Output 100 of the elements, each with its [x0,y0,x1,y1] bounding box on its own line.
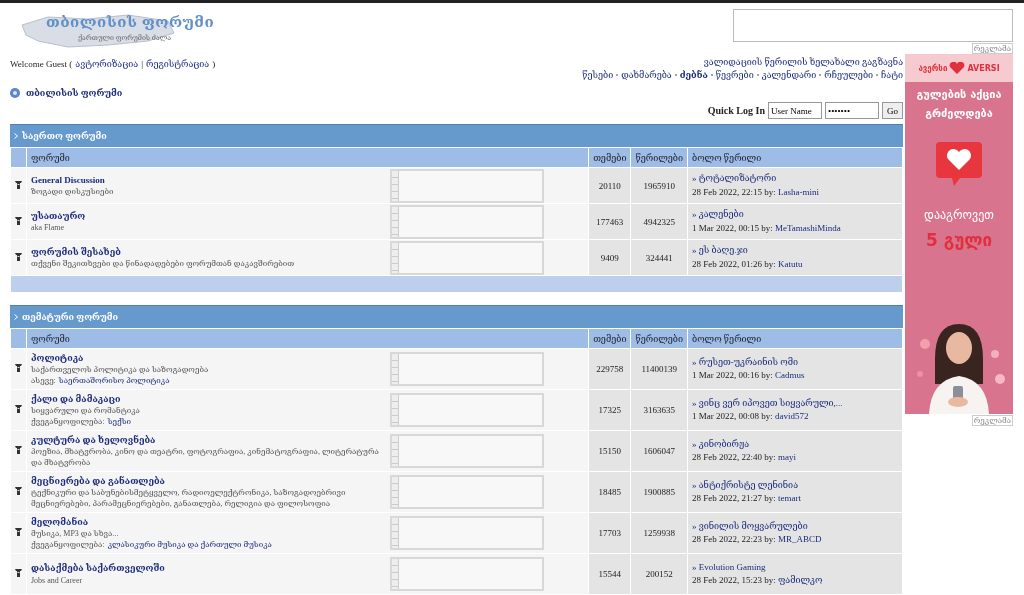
last-post-date: 28 Feb 2022, 21:27 by: [692,493,776,503]
last-post-link[interactable]: » ვინილის მოყვარულები [692,520,808,531]
topics-count: 17325 [588,389,631,431]
cup-icon [15,445,22,455]
last-post-link[interactable]: » კინობირჟა [692,438,750,449]
nav-link[interactable]: წესები [582,70,614,80]
forum-link[interactable]: General Discussion [31,174,105,185]
welcome-text: ) [212,59,216,69]
author-link[interactable]: Katutu [778,258,803,269]
cup-icon [15,568,22,578]
subforum-label: ქვეგანყოფილება: [31,539,105,551]
author-link[interactable]: MeTamashiMinda [775,222,841,233]
author-link[interactable]: david572 [775,411,809,421]
last-post-link[interactable]: » რუსეთ-უკრაინის ომი [692,356,798,367]
last-post-date: 28 Feb 2022, 15:23 by: [692,575,776,585]
forum-link[interactable]: მეცნიერება და განათლება [31,475,165,486]
topics-count: 18485 [588,471,631,513]
subforum-link[interactable]: სექსი [107,416,131,428]
author-link[interactable]: temart [778,493,801,503]
nav-link[interactable]: კალენდარი [761,70,817,80]
forum-link[interactable]: მელომანია [31,516,88,527]
cup-icon [15,251,22,262]
separator: | [141,59,143,69]
last-post-link[interactable]: » Evolution Gaming [692,561,766,572]
brand-name: ავერსი [918,63,948,73]
last-post-date: 28 Feb 2022, 22:23 by: [692,534,776,544]
column-header: წერილები [630,147,688,168]
column-header: ბოლო წერილი [687,147,903,168]
forum-link[interactable]: დასაქმება საქართველოში [31,563,165,574]
posts-count: 1606047 [630,430,688,472]
author-link[interactable]: MR_ABCD [778,534,822,544]
nav-link[interactable]: ძებნა [679,70,708,80]
posts-count: 4942325 [630,203,688,240]
forum-description: სიყვარული და რომანტიკა [31,405,141,417]
posts-count: 324441 [630,239,688,276]
last-post-link[interactable]: » ეს ბაღე.ჯი [692,245,748,255]
subforum-label: ასევე: [31,375,56,387]
resend-validation-link[interactable]: ვალიდაციის წერილის ხელახალი გაგზავნა [703,57,903,67]
nav-link[interactable]: დახმარება [621,70,672,80]
forum-link[interactable]: ქალი და მამაკაცი [31,393,121,404]
forum-link[interactable]: პოლიტიკა [31,352,84,363]
forum-description: საქართველოს პოლიტიკა და საზოგადოება [31,364,210,376]
ad-label: რეკლამა [971,415,1013,426]
author-link[interactable]: Lasha-mini [778,186,819,197]
topics-count: 17703 [588,512,631,554]
posts-count: 11400139 [630,348,688,390]
forum-description: პოეზია, მხატვრობა, კინო და თეატრი, ფოტოგრაფია, კინემატოგრაფია, ლიტერატურა და მხატვრობა [31,446,380,469]
topics-count: 15150 [588,430,631,472]
cup-icon [15,527,22,537]
ad-headline: გულების აქცია [916,88,1002,101]
last-post-link[interactable]: » კალენები [692,209,744,219]
forum-description: aka Flame [31,222,66,234]
posts-count: 1965910 [630,167,688,204]
author-link[interactable]: ფამილკო [778,575,823,585]
last-post-link[interactable]: » ვინც ვერ იპოვეთ სიყვარული,... [692,397,843,408]
chevron-icon [14,314,18,320]
go-button[interactable]: Go [882,102,903,119]
author-link[interactable]: Cadmus [775,370,805,380]
username-field[interactable]: User Name [768,102,822,119]
column-header: წერილები [630,328,688,349]
column-header: ფორუმი [26,328,589,349]
author-link[interactable]: mayi [778,452,796,462]
subforum-label: ქვეგანყოფილება: [31,416,105,428]
ad-headline: გრძელდება [925,107,993,120]
cup-icon [15,404,22,414]
column-header: თემები [588,147,631,168]
posts-count: 1259938 [630,512,688,554]
topics-count: 15544 [588,553,631,595]
subforum-link[interactable]: კლასიკური მუსიკა და ქართული მუსიკა [107,539,272,551]
forum-description: მუსიკა, MP3 და სხვა... [31,528,120,540]
register-link[interactable]: რეგისტრაცია [146,59,210,69]
bullet-icon [10,88,20,98]
heart-icon [949,62,966,74]
forum-description: თქვენი შეკითხვები და წინადადებები ფორუმთან დაკავშირებით [31,258,296,270]
topics-count: 177463 [588,203,631,240]
login-link[interactable]: ავტორიზაცია [75,59,139,69]
nav-link[interactable]: წევრები [715,70,754,80]
forum-description: Jobs and Career [31,574,84,586]
breadcrumb-link[interactable]: თბილისის ფორუმი [26,88,123,98]
nav-link[interactable]: რჩეულები [824,70,874,80]
last-post-link[interactable]: » ტოტალიზატორი [692,173,777,183]
forum-link[interactable]: კულტურა და ხელოვნება [31,434,156,445]
posts-count: 1900885 [630,471,688,513]
password-field[interactable]: ••••••• [825,102,879,119]
quick-login-label: Quick Log In [707,105,765,116]
forum-link[interactable]: უსათაურო [31,210,86,221]
last-post-link[interactable]: » ანტიქრისტე ლენინია [692,479,798,490]
posts-count: 3163635 [630,389,688,431]
forum-link[interactable]: ფორუმის შესახებ [31,246,121,257]
welcome-text: Welcome Guest ( [10,59,73,69]
subforum-link[interactable]: საერთაშორისო პოლიტიკა [58,375,170,387]
logo-title: თბილისის ფორუმი [46,13,215,31]
nav-link[interactable]: ჩატი [881,70,903,80]
brand-name: AVERSI [967,63,1000,73]
cup-icon [15,215,22,226]
last-post-date: 1 Mar 2022, 00:08 by: [692,411,773,421]
topics-count: 9409 [588,239,631,276]
last-post-date: 28 Feb 2022, 22:15 by: [692,186,776,197]
column-header: ფორუმი [26,147,589,168]
column-header: ბოლო წერილი [687,328,903,349]
